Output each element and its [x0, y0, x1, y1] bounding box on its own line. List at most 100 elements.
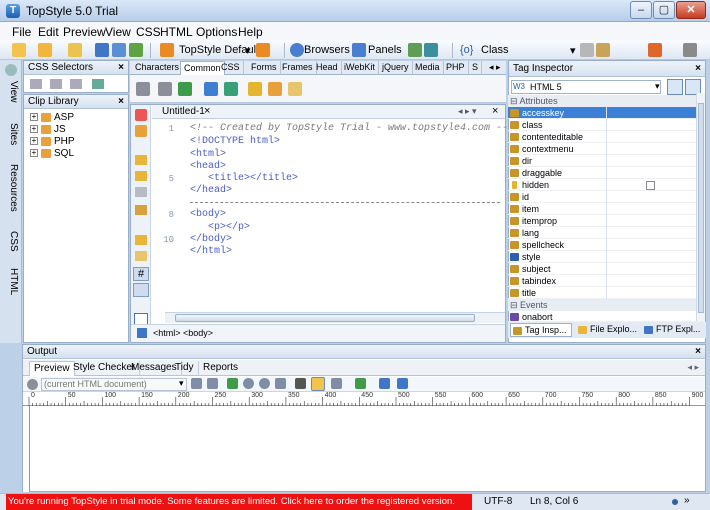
code-line[interactable]: <html> — [190, 149, 226, 160]
stop-icon[interactable] — [275, 378, 286, 389]
back-icon[interactable] — [243, 378, 254, 389]
close-icon[interactable]: × — [204, 105, 210, 117]
preview-source-select[interactable]: (current HTML document) — [41, 378, 187, 391]
tree-item-php[interactable]: + PHP — [30, 136, 75, 148]
tab-frames[interactable]: Frames — [279, 61, 317, 75]
side-tab-resources[interactable]: Resources — [3, 164, 19, 212]
forward-icon[interactable] — [259, 378, 270, 389]
bookmark-icon[interactable] — [135, 251, 147, 261]
tab-s[interactable]: S — [469, 61, 483, 75]
wrench-icon[interactable] — [683, 43, 697, 57]
maximize-button[interactable]: ▢ — [653, 1, 675, 19]
export-icon[interactable] — [355, 378, 366, 389]
close-icon[interactable]: × — [118, 61, 124, 75]
code-line[interactable]: </head> — [190, 185, 232, 196]
tabs-scroll-arrows[interactable]: ◂ ▸ — [687, 362, 699, 373]
close-icon[interactable]: × — [118, 95, 124, 109]
validate-icon[interactable] — [408, 43, 422, 57]
wrap-icon[interactable] — [135, 235, 147, 245]
new-file-icon[interactable] — [12, 43, 26, 57]
refresh-icon[interactable] — [191, 378, 202, 389]
attr-row[interactable]: subject — [508, 263, 704, 275]
selector-tool-icon[interactable] — [50, 79, 62, 89]
expand-icon[interactable]: + — [30, 113, 38, 122]
attributes-group[interactable]: ⊟ Attributes — [508, 95, 704, 107]
tab-php[interactable]: PHP — [443, 61, 469, 75]
attr-row[interactable]: itemprop — [508, 215, 704, 227]
attr-row[interactable]: id — [508, 191, 704, 203]
selector-tool-icon[interactable] — [92, 79, 104, 89]
attr-row[interactable]: class — [508, 119, 704, 131]
attr-row[interactable]: item — [508, 203, 704, 215]
code-line[interactable]: <!-- Created by TopStyle Trial - www.top… — [190, 123, 514, 134]
tag-icon[interactable] — [158, 82, 172, 96]
code-line[interactable]: </html> — [190, 246, 232, 257]
go-icon[interactable] — [227, 378, 238, 389]
class-apply-icon[interactable] — [580, 43, 594, 57]
expand-icon[interactable]: + — [30, 137, 38, 146]
minimize-button[interactable]: – — [630, 1, 652, 19]
chevron-down-icon[interactable]: ▾ — [655, 81, 660, 92]
class-edit-icon[interactable] — [596, 43, 610, 57]
preview-icon[interactable] — [424, 43, 438, 57]
selector-tool-icon[interactable] — [70, 79, 82, 89]
tab-media[interactable]: Media — [412, 61, 444, 75]
attr-row[interactable]: contenteditable — [508, 131, 704, 143]
span-icon[interactable] — [288, 82, 302, 96]
extra-tool-icon[interactable] — [648, 43, 662, 57]
menu-preview[interactable]: Preview — [63, 25, 106, 39]
tab-css[interactable]: CSS — [218, 61, 244, 75]
side-tab-sites[interactable]: Sites — [3, 122, 19, 146]
close-icon[interactable]: × — [695, 345, 701, 359]
tree-item-js[interactable]: + JS — [30, 124, 66, 136]
attr-row[interactable]: dir — [508, 155, 704, 167]
code-line[interactable]: <p></p> — [190, 222, 250, 233]
anchor-icon[interactable] — [178, 82, 192, 96]
layout-icon[interactable] — [331, 378, 342, 389]
expand-icon[interactable]: + — [30, 125, 38, 134]
tab-tag-inspector[interactable]: Tag Insp... — [510, 323, 572, 337]
menu-view[interactable]: View — [105, 25, 131, 39]
panels-dropdown[interactable]: Panels — [368, 44, 402, 56]
code-line[interactable]: <body> — [190, 209, 226, 220]
edit-style-icon[interactable] — [256, 43, 270, 57]
tab-tidy[interactable]: Tidy — [171, 361, 199, 376]
tab-head[interactable]: Head — [313, 61, 342, 75]
event-row[interactable]: onabort — [508, 311, 704, 322]
side-tab-view[interactable]: View — [3, 80, 19, 104]
indent-icon[interactable] — [135, 155, 147, 165]
expand-icon[interactable]: + — [30, 149, 38, 158]
tree-item-asp[interactable]: + ASP — [30, 112, 74, 124]
folder-icon[interactable] — [135, 125, 147, 137]
options-icon[interactable] — [397, 378, 408, 389]
tag-breadcrumb[interactable]: <html> <body> — [153, 325, 213, 341]
hidden-checkbox[interactable] — [646, 181, 655, 190]
editor-horizontal-scrollbar[interactable] — [165, 312, 505, 323]
tab-preview[interactable]: Preview — [29, 361, 75, 376]
code-line[interactable]: <head> — [190, 161, 226, 172]
scroll-thumb[interactable] — [175, 314, 475, 322]
tab-characters[interactable]: Characters — [132, 61, 184, 75]
copy-icon[interactable] — [129, 43, 143, 57]
html-file-icon[interactable] — [135, 109, 147, 121]
chevron-down-icon[interactable]: ▾ — [245, 44, 251, 57]
close-button[interactable]: ✕ — [676, 1, 706, 19]
outdent-icon[interactable] — [135, 171, 147, 181]
image-icon[interactable] — [224, 82, 238, 96]
code-editor[interactable] — [130, 104, 506, 343]
tab-forms[interactable]: Forms — [248, 61, 281, 75]
list-icon[interactable] — [248, 82, 262, 96]
attr-row[interactable]: hidden — [508, 179, 704, 191]
attr-row[interactable]: draggable — [508, 167, 704, 179]
nav-arrows-icon[interactable]: ◂ ▸ ▾ — [458, 106, 477, 117]
document-tab[interactable]: Untitled-1 — [162, 106, 205, 117]
trial-mode-banner[interactable]: You're running TopStyle in trial mode. S… — [6, 494, 472, 510]
attr-row[interactable]: accesskey — [508, 107, 704, 119]
attr-row[interactable]: style — [508, 251, 704, 263]
overflow-chevron-icon[interactable]: » — [684, 495, 690, 506]
side-tab-css[interactable]: CSS — [3, 230, 19, 252]
side-tab-html[interactable]: HTML — [3, 268, 19, 296]
code-line[interactable]: <title></title> — [190, 173, 298, 184]
menu-options[interactable]: Options — [196, 25, 237, 39]
hash-icon[interactable]: # — [133, 267, 149, 281]
